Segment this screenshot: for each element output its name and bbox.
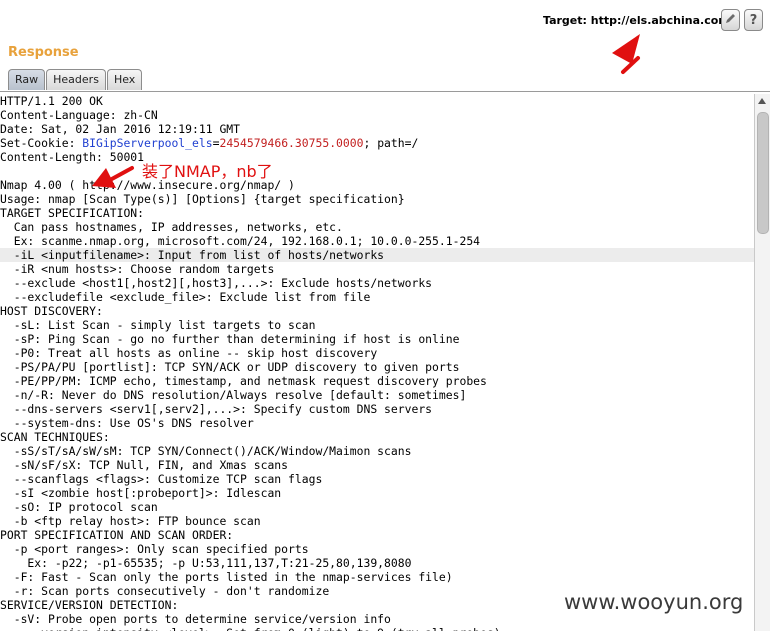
response-line: -p <port ranges>: Only scan specified po… bbox=[0, 542, 309, 556]
response-line: -sS/sT/sA/sW/sM: TCP SYN/Connect()/ACK/W… bbox=[0, 444, 412, 458]
panel-title: Response bbox=[8, 45, 79, 60]
response-editor[interactable]: HTTP/1.1 200 OK Content-Language: zh-CN Da… bbox=[0, 94, 754, 631]
response-line bbox=[0, 164, 754, 178]
response-line: -sI <zombie host[:probeport]>: Idlescan bbox=[0, 486, 282, 500]
response-line: -sO: IP protocol scan bbox=[0, 500, 158, 514]
cookie-value: 2454579466.30755.0000 bbox=[219, 136, 364, 150]
response-line: -sV: Probe open ports to determine servi… bbox=[0, 612, 391, 626]
response-line: -iR <num hosts>: Choose random targets bbox=[0, 262, 275, 276]
response-line: -b <ftp relay host>: FTP bounce scan bbox=[0, 514, 261, 528]
annotation-text: 装了NMAP，nb了 bbox=[142, 162, 273, 181]
response-line: HOST DISCOVERY: bbox=[0, 304, 103, 318]
response-line: HTTP/1.1 200 OK bbox=[0, 94, 103, 108]
response-line: Ex: scanme.nmap.org, microsoft.com/24, 1… bbox=[0, 234, 481, 248]
response-line: -PE/PP/PM: ICMP echo, timestamp, and net… bbox=[0, 374, 487, 388]
response-line: Ex: -p22; -p1-65535; -p U:53,111,137,T:2… bbox=[0, 556, 412, 570]
tab-bar: Raw Headers Hex bbox=[8, 69, 143, 91]
response-line: --system-dns: Use OS's DNS resolver bbox=[0, 416, 254, 430]
response-line: --excludefile <exclude_file>: Exclude li… bbox=[0, 290, 371, 304]
response-line: --version-intensity <level>: Set from 0 … bbox=[0, 626, 754, 631]
response-line: --scanflags <flags>: Customize TCP scan … bbox=[0, 472, 323, 486]
response-line: --dns-servers <serv1[,serv2],...>: Speci… bbox=[0, 402, 433, 416]
response-line: Set-Cookie: BIGipServerpool_els=24545794… bbox=[0, 136, 419, 150]
response-line: PORT SPECIFICATION AND SCAN ORDER: bbox=[0, 528, 234, 542]
scrollbar-thumb[interactable] bbox=[757, 112, 769, 234]
edit-target-button[interactable] bbox=[721, 9, 740, 31]
response-line: Usage: nmap [Scan Type(s)] [Options] {ta… bbox=[0, 192, 405, 206]
tab-hex[interactable]: Hex bbox=[106, 69, 143, 90]
pencil-icon bbox=[725, 13, 736, 28]
response-line: Can pass hostnames, IP addresses, networ… bbox=[0, 220, 343, 234]
watermark: www.wooyun.org bbox=[564, 590, 744, 614]
response-line: Content-Language: zh-CN bbox=[0, 108, 158, 122]
response-line: Nmap 4.00 ( http://www.insecure.org/nmap… bbox=[0, 178, 295, 192]
response-line: Date: Sat, 02 Jan 2016 12:19:11 GMT bbox=[0, 122, 241, 136]
tab-divider bbox=[0, 91, 770, 92]
response-line: -iL <inputfilename>: Input from list of … bbox=[0, 248, 754, 262]
response-line: -sP: Ping Scan - go no further than dete… bbox=[0, 332, 460, 346]
response-line: -sL: List Scan - simply list targets to … bbox=[0, 318, 316, 332]
tab-headers[interactable]: Headers bbox=[46, 69, 106, 90]
cookie-name: BIGipServerpool_els bbox=[82, 136, 213, 150]
target-label: Target: http://els.abchina.com bbox=[543, 14, 730, 27]
response-line: TARGET SPECIFICATION: bbox=[0, 206, 145, 220]
help-icon: ? bbox=[749, 12, 758, 28]
response-line: -P0: Treat all hosts as online -- skip h… bbox=[0, 346, 378, 360]
response-line: -n/-R: Never do DNS resolution/Always re… bbox=[0, 388, 467, 402]
response-line: SCAN TECHNIQUES: bbox=[0, 430, 110, 444]
response-line: -F: Fast - Scan only the ports listed in… bbox=[0, 570, 453, 584]
response-line: --exclude <host1[,host2][,host3],...>: E… bbox=[0, 276, 433, 290]
tab-raw[interactable]: Raw bbox=[8, 69, 46, 90]
response-line: -PS/PA/PU [portlist]: TCP SYN/ACK or UDP… bbox=[0, 360, 460, 374]
scroll-up-arrow-icon[interactable] bbox=[758, 98, 766, 104]
help-button[interactable]: ? bbox=[744, 9, 763, 31]
response-line: -sN/sF/sX: TCP Null, FIN, and Xmas scans bbox=[0, 458, 289, 472]
response-line: Content-Length: 50001 bbox=[0, 150, 145, 164]
top-bar: Target: http://els.abchina.com ? Respons… bbox=[0, 0, 770, 94]
